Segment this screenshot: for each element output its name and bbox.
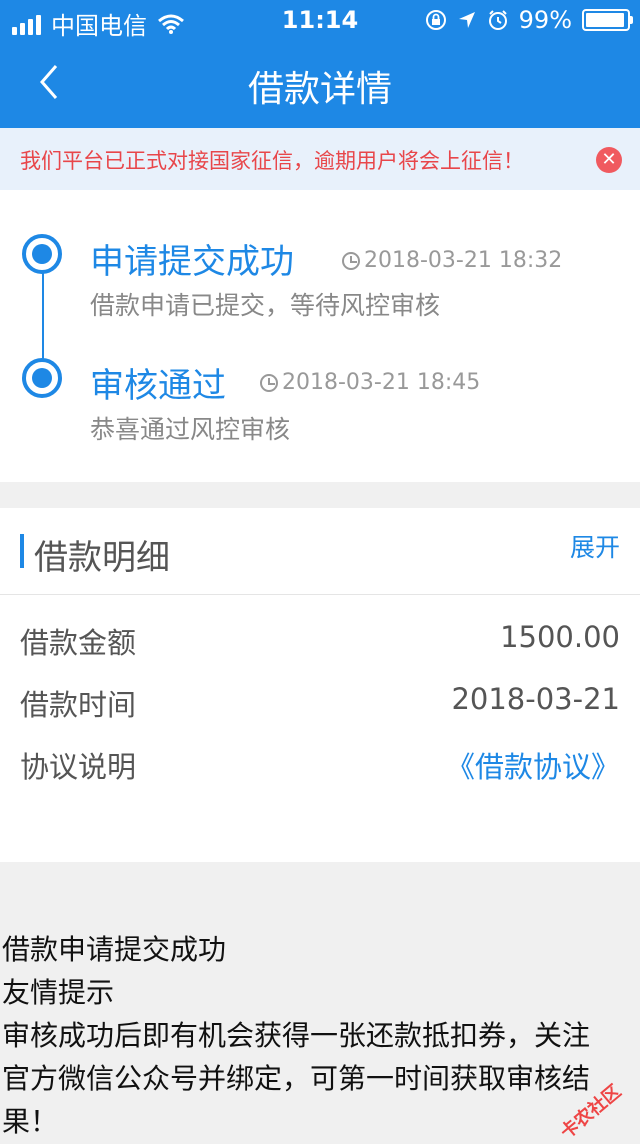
- step-title: 审核通过: [90, 366, 226, 406]
- step-title: 申请提交成功: [90, 242, 294, 282]
- rotation-lock-icon: [425, 10, 446, 30]
- nav-bar: 借款详情: [0, 40, 640, 128]
- row-value: 1500.00: [500, 620, 620, 654]
- clock-icon: [342, 251, 360, 270]
- step-description: 恭喜通过风控审核: [90, 415, 291, 444]
- detail-row-agreement: 协议说明 《借款协议》: [20, 744, 620, 784]
- section-marker: [20, 534, 24, 568]
- page-title: 借款详情: [247, 69, 392, 110]
- row-value: 2018-03-21: [451, 682, 620, 716]
- battery-percent: 99%: [518, 6, 572, 34]
- tip-line: 审核成功后即有机会获得一张还款抵扣券，关注: [2, 1019, 591, 1052]
- loan-detail-card: 借款明细 展开 借款金额 1500.00 借款时间 2018-03-21 协议说…: [0, 508, 640, 862]
- row-label: 借款时间: [20, 688, 137, 722]
- detail-row-time: 借款时间 2018-03-21: [20, 682, 620, 722]
- step-time: 2018-03-21 18:32: [342, 248, 562, 273]
- step-time: 2018-03-21 18:45: [260, 370, 480, 395]
- tip-line: 果！: [2, 1105, 59, 1138]
- row-label: 协议说明: [20, 750, 137, 784]
- alarm-icon: [488, 10, 507, 30]
- status-bar: 中国电信 11:14 99%: [0, 0, 640, 40]
- footer-tip: 借款申请提交成功 友情提示 审核成功后即有机会获得一张还款抵扣券，关注 官方微信…: [0, 928, 640, 1143]
- detail-row-amount: 借款金额 1500.00: [20, 620, 620, 660]
- section-title: 借款明细: [34, 538, 170, 578]
- expand-button[interactable]: 展开: [570, 528, 620, 564]
- detail-header: 借款明细 展开: [0, 508, 640, 595]
- loan-agreement-link[interactable]: 《借款协议》: [446, 744, 620, 786]
- timeline-dot: [22, 358, 62, 398]
- credit-notice-banner: 我们平台已正式对接国家征信，逾期用户将会上征信！ ✕: [0, 128, 640, 190]
- tip-line: 官方微信公众号并绑定，可第一时间获取审核结: [2, 1062, 591, 1095]
- close-icon[interactable]: ✕: [596, 147, 622, 173]
- header: 中国电信 11:14 99% 借款详情: [0, 0, 640, 128]
- clock-icon: [260, 373, 278, 392]
- step-time-text: 2018-03-21 18:45: [282, 370, 481, 395]
- row-label: 借款金额: [20, 626, 137, 660]
- timeline-dot: [22, 234, 62, 274]
- location-icon: [458, 12, 475, 28]
- notice-text: 我们平台已正式对接国家征信，逾期用户将会上征信！: [20, 149, 524, 173]
- battery-icon: [582, 9, 633, 31]
- step-description: 借款申请已提交，等待风控审核: [90, 291, 441, 320]
- step-time-text: 2018-03-21 18:32: [364, 248, 563, 273]
- tip-line: 借款申请提交成功: [2, 933, 227, 966]
- tip-line: 友情提示: [2, 976, 115, 1009]
- progress-timeline: 申请提交成功 2018-03-21 18:32 借款申请已提交，等待风控审核 审…: [0, 190, 640, 482]
